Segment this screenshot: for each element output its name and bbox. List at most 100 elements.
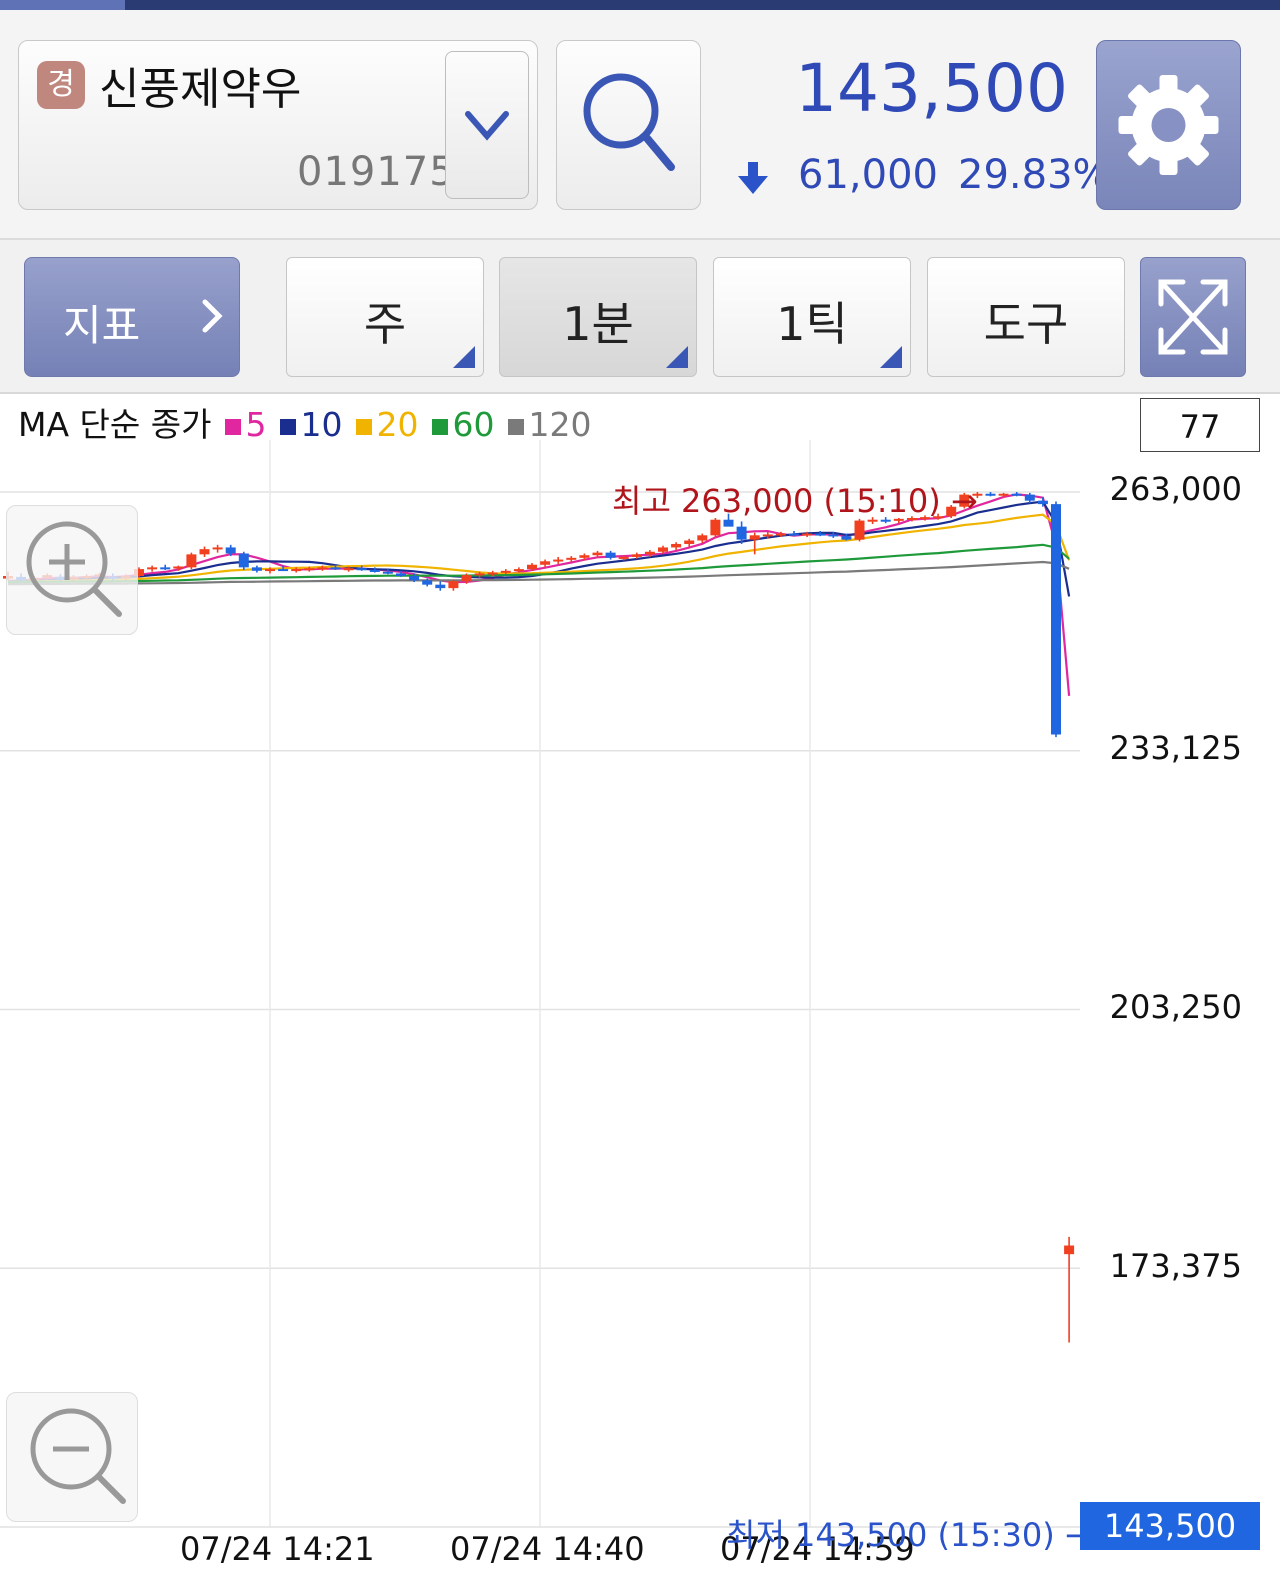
ma-legend-swatch (508, 418, 525, 435)
candle-body (369, 569, 380, 572)
y-tick-label: 233,125 (1109, 729, 1242, 767)
candle-body (238, 553, 249, 568)
current-price: 143,500 (795, 50, 1068, 127)
ma-legend: MA 단순 종가 5 10 20 60 120 (18, 398, 591, 446)
candle (553, 556, 564, 564)
candle (671, 542, 682, 551)
corner-triangle-icon (880, 346, 902, 368)
candle (1051, 501, 1061, 738)
candle-body (762, 534, 773, 537)
candle-body (147, 567, 158, 570)
ma-legend-item: 120 (528, 405, 592, 444)
candle-body (1064, 1245, 1075, 1255)
settings-button[interactable] (1096, 40, 1241, 210)
candle-body (618, 556, 629, 559)
stock-selector[interactable]: 경 신풍제약우 019175 (18, 40, 538, 210)
corner-triangle-icon (453, 346, 475, 368)
search-icon (583, 73, 675, 171)
candle-body (671, 543, 682, 548)
candle (435, 581, 446, 591)
candle-body (435, 584, 446, 589)
candle-body (304, 568, 315, 571)
moving-average-lines (7, 493, 1071, 696)
chart-toolbar: 지표 주 1분 1틱 도구 (0, 240, 1280, 394)
ma-legend-swatch (356, 418, 373, 435)
zoom-out-icon (30, 1408, 126, 1504)
fullscreen-button[interactable] (1140, 257, 1246, 377)
candle-body (513, 569, 524, 572)
chart-grid (0, 440, 1080, 1528)
period-button-1tick[interactable]: 1틱 (713, 257, 911, 377)
x-tick-label: 07/24 14:21 (180, 1530, 375, 1568)
candle-body (278, 569, 289, 572)
candle-body (317, 567, 328, 570)
candle-body (592, 552, 603, 556)
candle (789, 530, 799, 537)
period-button-label: 주 (363, 297, 407, 351)
candle-body (474, 573, 485, 576)
candle-body (291, 569, 302, 572)
low-price-label: 최저 143,500 (15:30) (726, 1516, 1055, 1554)
candle-body (749, 535, 760, 540)
candle (186, 552, 197, 570)
candlestick-series (3, 492, 1075, 1343)
ma-legend-title: MA 단순 종가 (18, 405, 212, 444)
candle-body (815, 533, 826, 536)
candle (1064, 1236, 1075, 1343)
indicator-button[interactable]: 지표 (24, 257, 240, 377)
stock-header: 경 신풍제약우 019175 143,500 61,000 29.83% (0, 10, 1280, 240)
candle-body (658, 547, 668, 552)
chevron-right-icon (202, 299, 223, 333)
ma-legend-swatch (225, 418, 242, 435)
candle-body (409, 576, 420, 581)
candle-count-box[interactable]: 77 (1140, 398, 1260, 452)
ma-legend-item: 60 (452, 405, 495, 444)
candle (251, 565, 262, 573)
candle-body (356, 568, 367, 571)
period-button-1min[interactable]: 1분 (499, 257, 697, 377)
candle-body (553, 559, 564, 562)
ma-legend-swatch (280, 418, 297, 435)
price-change-percent: 29.83% (958, 152, 1111, 198)
expand-icon (1158, 279, 1228, 355)
current-price-marker: 143,500 (1080, 1502, 1260, 1550)
candle (238, 551, 249, 570)
period-button-label: 1분 (562, 297, 634, 351)
ma-legend-item: 20 (376, 405, 419, 444)
price-chart[interactable] (0, 394, 1280, 1591)
candle-body (527, 564, 537, 570)
candle (854, 518, 865, 542)
candle-body (828, 534, 839, 537)
candle-body (789, 533, 799, 536)
ma-legend-swatch (432, 418, 449, 435)
zoom-in-button[interactable] (6, 505, 138, 635)
candle-body (173, 566, 184, 569)
chevron-down-icon (465, 111, 509, 141)
candle-body (579, 555, 590, 558)
indicator-label: 지표 (63, 301, 141, 350)
candle-body (199, 549, 210, 555)
candle-body (1011, 493, 1022, 496)
candle-body (1051, 504, 1061, 735)
period-button-week[interactable]: 주 (286, 257, 484, 377)
candle-body (461, 575, 472, 582)
market-warning-badge: 경 (37, 61, 85, 109)
stock-name: 신풍제약우 (99, 64, 302, 115)
candle-body (631, 554, 642, 557)
high-price-annotation: 최고 263,000 (15:10) → (612, 482, 978, 520)
gear-icon (1118, 75, 1219, 175)
low-price-annotation: 최저 143,500 (15:30) → (726, 1516, 1092, 1554)
candle (1037, 497, 1048, 507)
candle-body (841, 536, 852, 540)
candle-body (566, 557, 577, 560)
search-button[interactable] (556, 40, 701, 210)
candle-body (212, 547, 223, 550)
zoom-out-button[interactable] (6, 1392, 138, 1522)
stock-dropdown-button[interactable] (445, 51, 529, 199)
tools-button[interactable]: 도구 (927, 257, 1125, 377)
candle-body (396, 573, 406, 577)
candle-body (330, 567, 341, 570)
candle-body (1037, 500, 1048, 505)
candle-body (265, 569, 275, 572)
candle-body (160, 567, 171, 570)
